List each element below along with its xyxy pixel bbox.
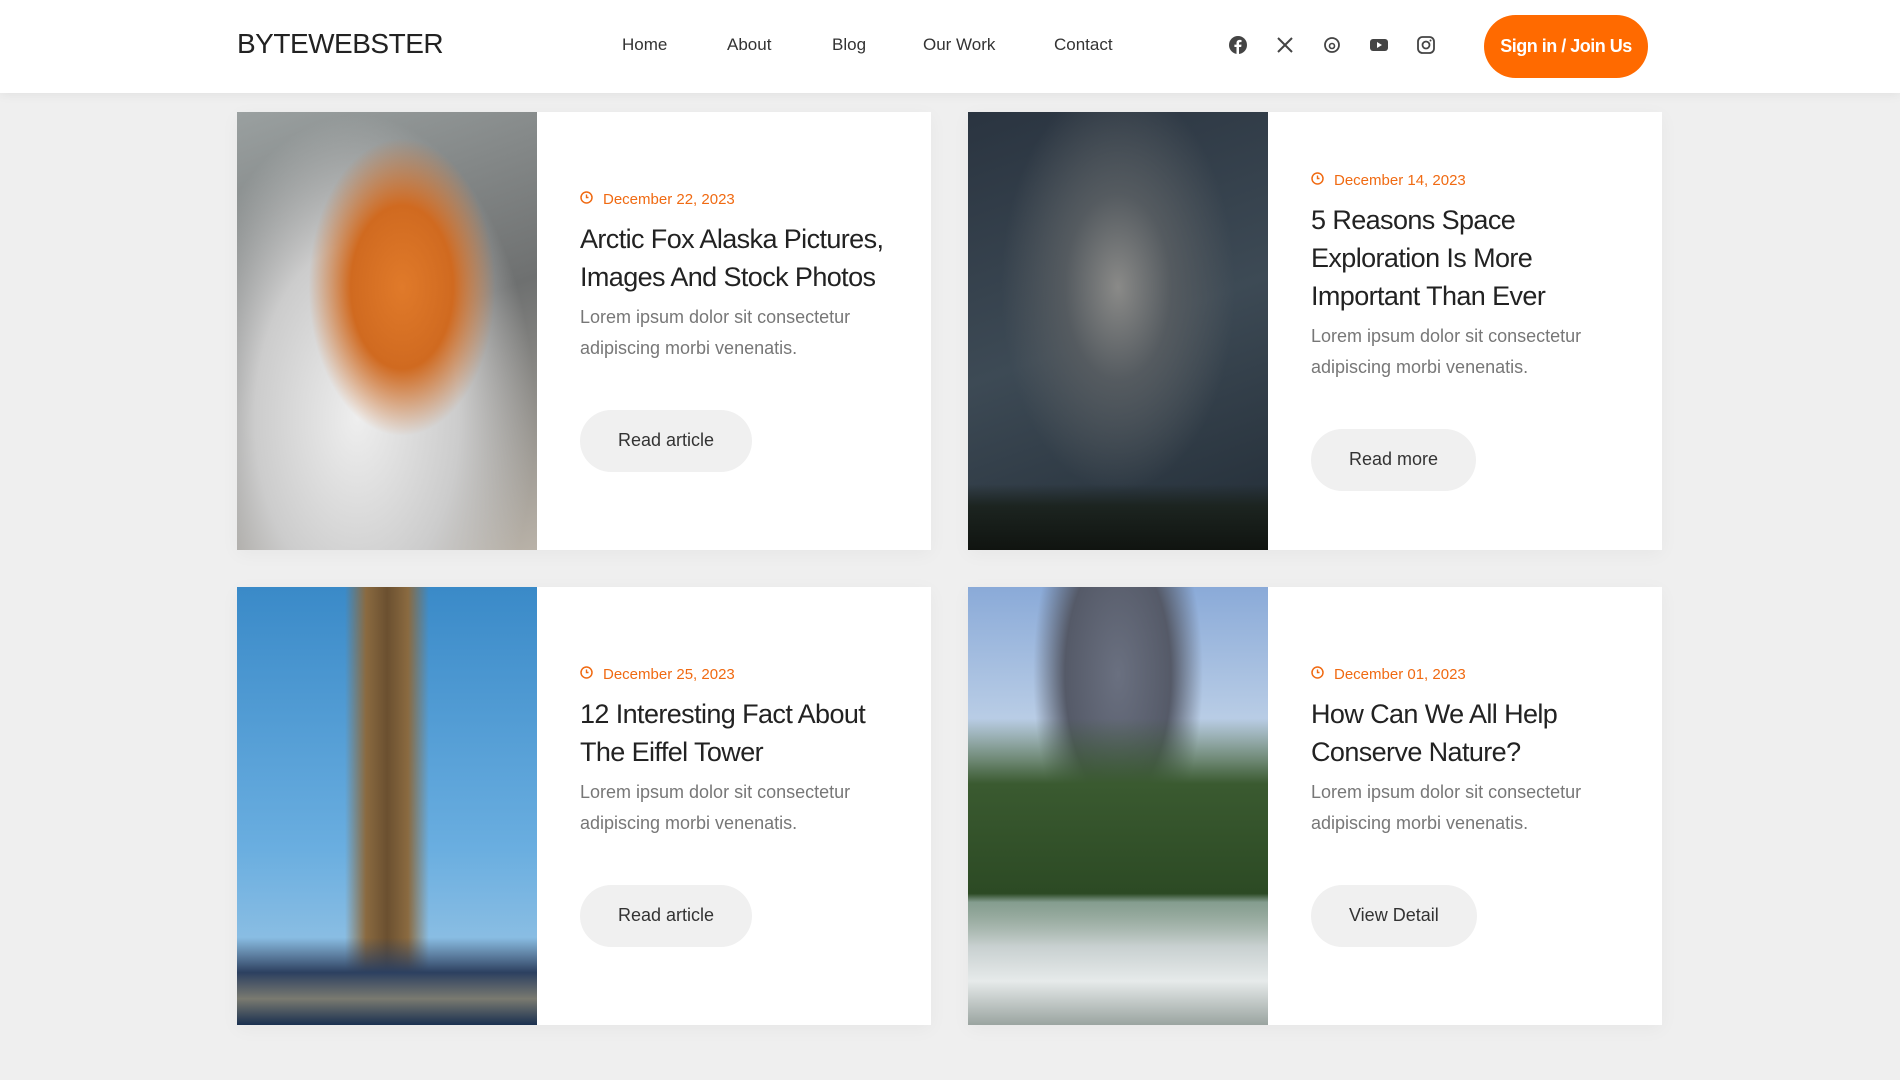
post-excerpt: Lorem ipsum dolor sit consectetur adipis… [580,306,851,358]
eiffel-tower-image [237,587,537,1025]
post-title[interactable]: 12 Interesting Fact About The Eiffel Tow… [580,695,901,771]
article-card: December 22, 2023 Arctic Fox Alaska Pict… [237,112,931,550]
post-date: December 22, 2023 [580,191,901,208]
post-date: December 14, 2023 [1311,172,1632,189]
nav-contact[interactable]: Contact [1054,35,1113,55]
sign-in-button[interactable]: Sign in / Join Us [1484,15,1648,78]
x-icon[interactable] [1274,34,1296,56]
facebook-icon[interactable] [1227,34,1249,56]
view-detail-button[interactable]: View Detail [1311,884,1477,947]
threads-icon[interactable] [1321,34,1343,56]
article-card: December 01, 2023 How Can We All Help Co… [968,587,1662,1025]
post-title[interactable]: Arctic Fox Alaska Pictures, Images And S… [580,220,901,296]
read-article-button[interactable]: Read article [580,409,753,472]
logo[interactable]: BYTEWEBSTER [237,28,444,60]
header: BYTEWEBSTER Home About Blog Our Work Con… [0,0,1900,93]
post-date: December 25, 2023 [580,666,901,683]
post-title[interactable]: How Can We All Help Conserve Nature? [1311,695,1632,771]
post-date: December 01, 2023 [1311,666,1632,683]
nav-blog[interactable]: Blog [832,35,866,55]
post-excerpt: Lorem ipsum dolor sit consectetur adipis… [1311,781,1582,833]
fox-image [237,112,537,550]
clock-icon [1311,171,1324,189]
clock-icon [580,190,593,208]
post-excerpt: Lorem ipsum dolor sit consectetur adipis… [1311,325,1582,377]
post-title[interactable]: 5 Reasons Space Exploration Is More Impo… [1311,201,1632,315]
nav-home[interactable]: Home [622,35,667,55]
read-article-button[interactable]: Read article [580,884,753,947]
milky-way-image [968,112,1268,550]
nav-our-work[interactable]: Our Work [923,35,995,55]
mountain-river-image [968,587,1268,1025]
article-card: December 14, 2023 5 Reasons Space Explor… [968,112,1662,550]
read-more-button[interactable]: Read more [1311,428,1477,491]
article-card: December 25, 2023 12 Interesting Fact Ab… [237,587,931,1025]
clock-icon [1311,665,1324,683]
instagram-icon[interactable] [1415,34,1437,56]
clock-icon [580,665,593,683]
post-excerpt: Lorem ipsum dolor sit consectetur adipis… [580,781,851,833]
nav-about[interactable]: About [727,35,771,55]
youtube-icon[interactable] [1368,34,1390,56]
